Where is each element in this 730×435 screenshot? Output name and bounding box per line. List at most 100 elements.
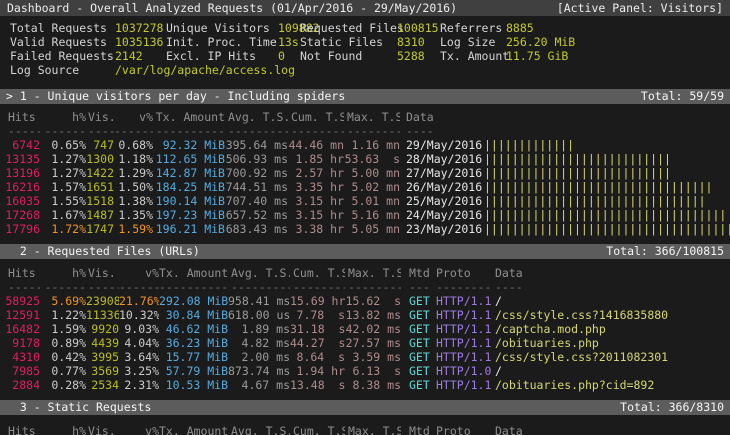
table-row[interactable]: 9178 0.89% 4439 4.04% 36.23 MiB 4.82 ms … [0,336,730,350]
table-row[interactable]: 16035 1.55% 1518 1.38% 190.14 MiB 707.40… [0,194,730,208]
cum-time: 3.15 hr [288,194,344,208]
dash: ------ [114,124,153,138]
overall-summary: Total Requests 1037278 Unique Visitors 1… [10,21,726,77]
dash: ----- [86,280,119,294]
hits-percent: 0.42% [40,350,86,364]
table-separator: ----- ------ ----- ------ ---------- ---… [0,280,730,294]
col-vis: Vis. [86,424,119,435]
hits-value: 16482 [0,322,40,336]
cum-time: 3.15 hr [288,208,344,222]
cum-time: 13.48 s [290,378,345,392]
table-row[interactable]: 2884 0.28% 2534 2.31% 10.53 MiB 4.67 ms … [0,378,730,392]
tx-amount: 10.53 MiB [159,378,228,392]
hits-value: 12591 [0,308,40,322]
col-vis: Vis. [86,266,119,280]
col-max: Max. T.S. [345,266,401,280]
panel-title: > 1 - Unique visitors per day - Includin… [6,89,345,104]
http-method: GET [409,350,431,364]
max-time: 15.62 s [345,294,401,308]
hits-bar-chart: ||||||||||||| [484,138,730,152]
table-row[interactable]: 6742 0.65% 747 0.68% 92.32 MiB 395.64 ms… [0,138,730,152]
avg-time: 707.40 ms [225,194,288,208]
hits-value: 16035 [0,194,40,208]
visitors-percent: 4.04% [119,336,159,350]
col-hits: Hits [0,110,40,124]
visitors-value: 23908 [86,294,119,308]
tx-amount: 112.65 MiB [153,152,225,166]
hits-bar-chart: ||||||||||||||||||||||||||| [484,166,730,180]
table-row[interactable]: 13196 1.27% 1422 1.29% 142.87 MiB 700.92… [0,166,730,180]
table-row[interactable]: 13135 1.27% 1300 1.18% 112.65 MiB 506.93… [0,152,730,166]
hits-value: 6742 [0,138,40,152]
table-row[interactable]: 17268 1.67% 1487 1.35% 197.23 MiB 657.52… [0,208,730,222]
table-row[interactable]: 17796 1.72% 1747 1.59% 196.21 MiB 683.43… [0,222,730,236]
visitors-percent: 3.64% [119,350,159,364]
http-protocol: HTTP/1.1 [436,336,491,350]
http-protocol: HTTP/1.1 [436,294,491,308]
summary-label: Requested Files [300,21,397,35]
col-proto: Proto [436,266,491,280]
visitors-value: 1422 [86,166,114,180]
http-method: GET [409,364,431,378]
col-proto: Proto [436,424,491,435]
table-row[interactable]: 58925 5.69% 23908 21.76% 292.08 MiB 958.… [0,294,730,308]
dash: -------- [344,124,400,138]
visitors-percent: 1.29% [114,166,153,180]
avg-time: 4.82 ms [228,336,290,350]
table-row[interactable]: 12591 1.22% 11336 10.32% 30.84 MiB 618.0… [0,308,730,322]
visitors-value: 3995 [86,350,119,364]
col-hpct: h% [40,266,86,280]
summary-label: Log Source [10,63,115,77]
table-row[interactable]: 4310 0.42% 3995 3.64% 15.77 MiB 2.00 ms … [0,350,730,364]
max-time: 53.63 s [344,152,400,166]
visitors-value: 1300 [86,152,114,166]
hits-percent: 0.77% [40,364,86,378]
requests-rows: 58925 5.69% 23908 21.76% 292.08 MiB 958.… [0,294,730,392]
cum-time: 44.27 s [290,336,345,350]
dash: -------- [288,124,344,138]
request-path: /obituaries.php?cid=892 [495,378,730,392]
avg-time: 700.92 ms [225,166,288,180]
cum-time: 3.38 hr [288,222,344,236]
table-column-headers: Hits h% Vis. v% Tx. Amount Avg. T.S. Cum… [0,424,730,435]
col-vpct: v% [114,110,153,124]
max-time: 5.00 mn [344,166,400,180]
summary-label: Not Found [300,49,397,63]
tx-amount: 36.23 MiB [159,336,228,350]
http-method: GET [409,336,431,350]
visitors-percent: 21.76% [119,294,159,308]
summary-value: 5288 [397,49,440,63]
max-time: 5.01 mn [344,194,400,208]
visitors-table: Hits h% Vis. v% Tx. Amount Avg. T.S. Cum… [0,110,730,236]
summary-value: 0 [278,49,300,63]
table-row[interactable]: 16216 1.57% 1651 1.50% 184.25 MiB 744.51… [0,180,730,194]
hits-percent: 1.72% [40,222,86,236]
hits-value: 13196 [0,166,40,180]
active-panel-indicator: [Active Panel: Visitors] [557,0,723,16]
panel-header-visitors[interactable]: > 1 - Unique visitors per day - Includin… [0,89,730,104]
dash: -------- [290,280,345,294]
visitors-value: 11336 [86,308,119,322]
col-vpct: v% [119,266,159,280]
panel-header-requests[interactable]: 2 - Requested Files (URLs) Total: 366/10… [0,244,730,259]
date-value: 28/May/2016 [406,152,482,166]
http-protocol: HTTP/1.1 [436,308,491,322]
tx-amount: 92.32 MiB [153,138,225,152]
col-hpct: h% [40,110,86,124]
table-row[interactable]: 7985 0.77% 3569 3.25% 57.79 MiB 873.74 m… [0,364,730,378]
panel-title: 3 - Static Requests [6,400,151,415]
visitors-value: 1518 [86,194,114,208]
requests-table: Hits h% Vis. v% Tx. Amount Avg. T.S. Cum… [0,266,730,392]
static-requests-table: Hits h% Vis. v% Tx. Amount Avg. T.S. Cum… [0,424,730,435]
cum-time: 15.69 hr [290,294,345,308]
table-row[interactable]: 16482 1.59% 9920 9.03% 46.62 MiB 1.89 ms… [0,322,730,336]
visitors-percent: 1.18% [114,152,153,166]
tx-amount: 184.25 MiB [153,180,225,194]
date-value: 29/May/2016 [406,138,482,152]
avg-time: 4.67 ms [228,378,290,392]
col-hpct: h% [40,424,86,435]
panel-header-static-requests[interactable]: 3 - Static Requests Total: 366/8310 [0,400,730,415]
http-method: GET [409,308,431,322]
max-time: 3.59 ms [345,350,401,364]
visitors-value: 1747 [86,222,114,236]
